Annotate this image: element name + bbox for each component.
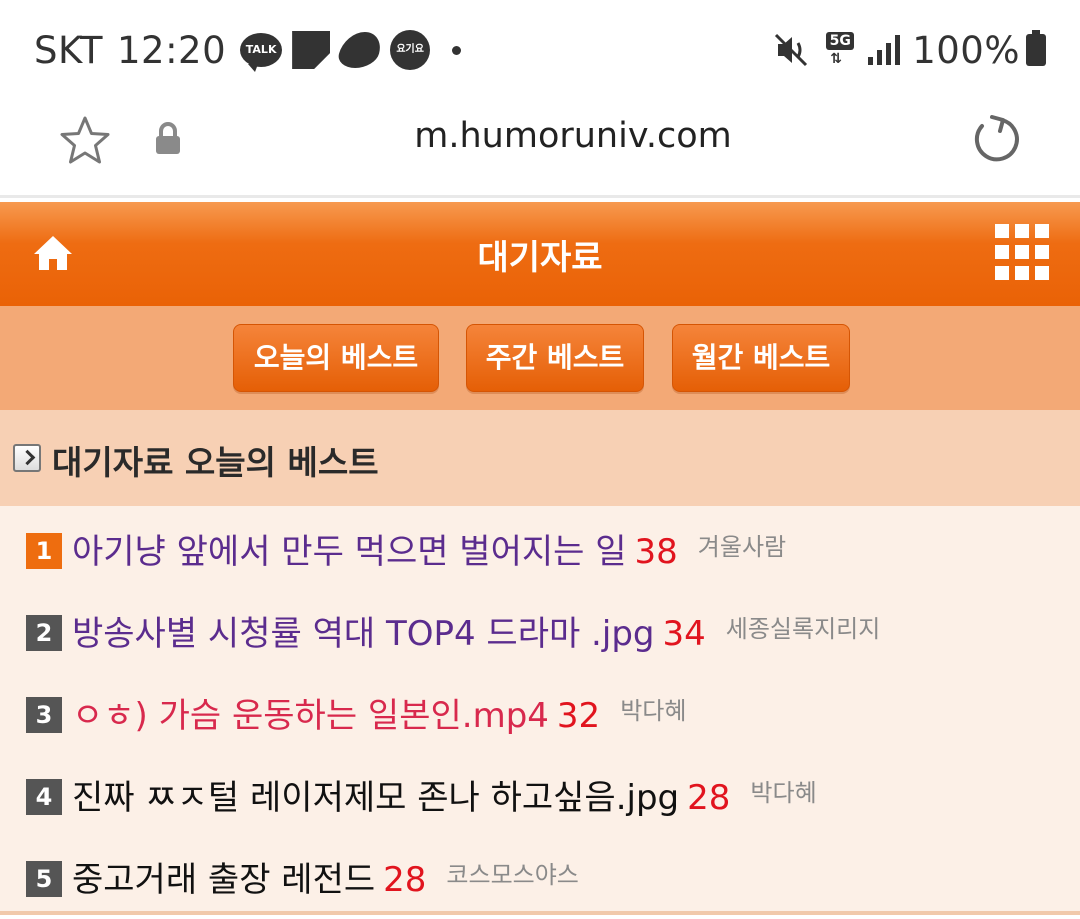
signal-icon <box>868 35 902 65</box>
best-tabs: 오늘의 베스트 주간 베스트 월간 베스트 <box>0 306 1080 410</box>
tab-monthly-best[interactable]: 월간 베스트 <box>672 324 850 392</box>
battery-icon <box>1026 30 1046 66</box>
section-header: 대기자료 오늘의 베스트 <box>0 410 1080 506</box>
comment-count: 38 <box>634 532 678 572</box>
chevron-right-box-icon <box>13 444 41 472</box>
post-author: 겨울사람 <box>697 533 787 561</box>
post-title-link[interactable]: 중고거래 출장 레전드 <box>72 860 375 900</box>
tab-today-best[interactable]: 오늘의 베스트 <box>233 324 439 392</box>
rank-badge: 1 <box>26 533 62 569</box>
kakaotalk-icon: TALK <box>240 33 283 72</box>
page-title: 대기자료 <box>477 238 603 278</box>
carrier-label: SKT <box>34 28 103 72</box>
mute-icon <box>774 33 810 67</box>
post-title-link[interactable]: 방송사별 시청률 역대 TOP4 드라마 .jpg <box>72 614 654 654</box>
list-item[interactable]: 2 방송사별 시청률 역대 TOP4 드라마 .jpg 34 세종실록지리지 <box>0 588 1080 668</box>
comment-count: 28 <box>687 778 731 818</box>
status-bar: SKT 12:20 TALK 요기요 5G ⇅ 100% <box>0 0 1080 98</box>
yogiyo-icon: 요기요 <box>390 30 431 70</box>
post-author: 코스모스야스 <box>446 861 579 889</box>
post-author: 세종실록지리지 <box>725 615 881 643</box>
post-title-link[interactable]: ㅇㅎ) 가슴 운동하는 일본인.mp4 <box>72 696 549 736</box>
section-title: 대기자료 오늘의 베스트 <box>52 443 379 482</box>
status-right: 5G ⇅ 100% <box>774 26 1046 74</box>
list-item[interactable]: 5 중고거래 출장 레전드 28 코스모스야스 <box>0 834 1080 914</box>
status-left: SKT 12:20 TALK 요기요 <box>34 26 462 74</box>
post-author: 박다혜 <box>620 697 687 725</box>
list-item[interactable]: 4 진짜 ㅉㅈ털 레이저제모 존나 하고싶음.jpg 28 박다혜 <box>0 752 1080 832</box>
battery-percent: 100% <box>912 28 1020 72</box>
grid-menu-icon[interactable] <box>995 224 1049 280</box>
swirl-icon <box>335 32 385 68</box>
comment-count: 28 <box>383 860 427 900</box>
clock: 12:20 <box>116 28 227 72</box>
rank-badge: 5 <box>26 861 62 897</box>
list-divider <box>0 911 1080 915</box>
comment-count: 34 <box>662 614 706 654</box>
comment-count: 32 <box>556 696 601 736</box>
post-author: 박다혜 <box>750 779 817 807</box>
list-item[interactable]: 1 아기냥 앞에서 만두 먹으면 벌어지는 일 38 겨울사람 <box>0 506 1080 586</box>
post-title-link[interactable]: 진짜 ㅉㅈ털 레이저제모 존나 하고싶음.jpg <box>72 778 679 818</box>
rank-badge: 2 <box>26 615 62 651</box>
post-list: 1 아기냥 앞에서 만두 먹으면 벌어지는 일 38 겨울사람 2 방송사별 시청률… <box>0 506 1080 915</box>
list-item[interactable]: 3 ㅇㅎ) 가슴 운동하는 일본인.mp4 32 박다혜 <box>0 670 1080 750</box>
more-notifications-dot-icon <box>452 45 462 55</box>
url-field[interactable]: m.humoruniv.com <box>0 116 1080 156</box>
reload-icon[interactable] <box>968 112 1024 168</box>
url-bar: m.humoruniv.com <box>0 98 1080 198</box>
site-header: 대기자료 <box>0 202 1080 306</box>
rank-badge: 3 <box>26 697 62 733</box>
memo-icon <box>292 31 331 69</box>
rank-badge: 4 <box>26 779 62 815</box>
post-title-link[interactable]: 아기냥 앞에서 만두 먹으면 벌어지는 일 <box>72 532 627 572</box>
network-label: 5G <box>826 32 855 50</box>
network-5g-icon: 5G ⇅ <box>824 30 856 70</box>
tab-weekly-best[interactable]: 주간 베스트 <box>466 324 644 392</box>
